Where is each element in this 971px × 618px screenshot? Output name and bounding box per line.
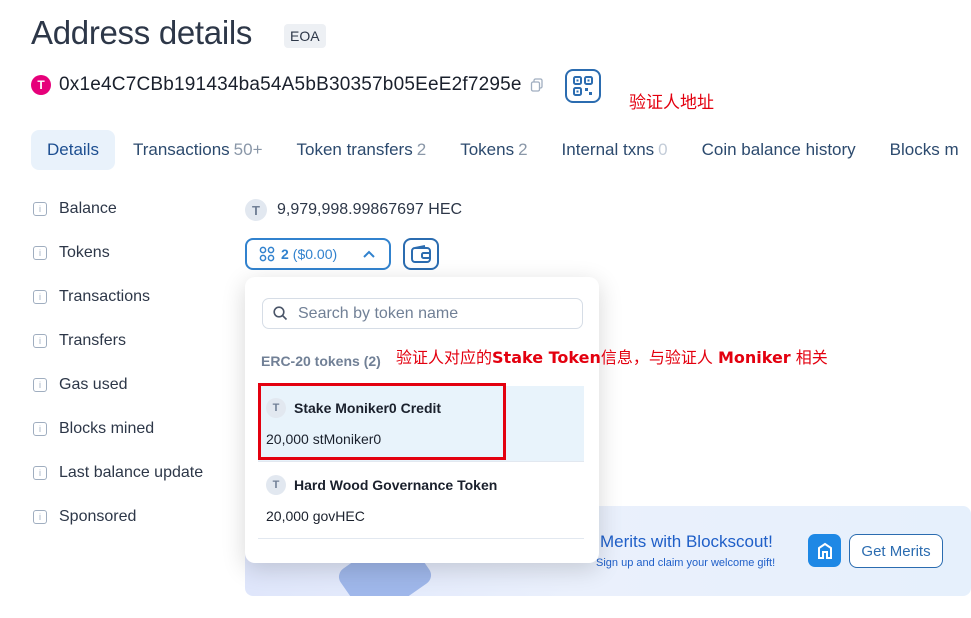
info-icon[interactable]: i: [33, 290, 47, 304]
detail-row-blocks-mined: i Blocks mined: [33, 420, 154, 438]
grid-icon: [259, 246, 275, 262]
wallet-button[interactable]: [403, 238, 439, 270]
token-item-stake-moniker0[interactable]: T Stake Moniker0 Credit 20,000 stMoniker…: [258, 386, 584, 462]
tab-blocks-mined[interactable]: Blocks m: [874, 130, 971, 170]
tab-coin-balance-history[interactable]: Coin balance history: [686, 130, 872, 170]
token-item-hard-wood[interactable]: T Hard Wood Governance Token 20,000 govH…: [258, 463, 584, 539]
tab-details[interactable]: Details: [31, 130, 115, 170]
search-icon: [273, 306, 288, 321]
tab-tokens[interactable]: Tokens 2: [444, 130, 543, 170]
get-merits-button[interactable]: Get Merits: [849, 534, 943, 568]
detail-row-transactions: i Transactions: [33, 288, 150, 306]
tab-bar: Details Transactions 50+ Token transfers 2…: [31, 130, 971, 170]
wallet-icon: [411, 245, 431, 263]
token-search-box: [262, 298, 583, 329]
info-icon[interactable]: i: [33, 422, 47, 436]
detail-row-tokens: i Tokens: [33, 244, 110, 262]
qr-code-button[interactable]: [565, 69, 601, 103]
tab-token-transfers[interactable]: Token transfers 2: [281, 130, 443, 170]
info-icon[interactable]: i: [33, 510, 47, 524]
annotation-address: 验证人地址: [629, 93, 714, 113]
tab-transactions[interactable]: Transactions 50+: [117, 130, 279, 170]
info-icon[interactable]: i: [33, 246, 47, 260]
address-hash: 0x1e4C7CBb191434ba54A5bB30357b05EeE2f729…: [59, 74, 522, 95]
info-icon[interactable]: i: [33, 466, 47, 480]
tokens-select-button[interactable]: 2 ($0.00): [245, 238, 391, 270]
detail-row-last-balance-update: i Last balance update: [33, 464, 203, 482]
page-title: Address details: [31, 14, 253, 51]
token-name: Hard Wood Governance Token: [294, 477, 498, 493]
token-icon: T: [266, 475, 286, 495]
token-icon: T: [245, 199, 267, 221]
banner-subtitle: Sign up and claim your welcome gift!: [596, 557, 776, 569]
token-icon: T: [266, 398, 286, 418]
tokens-count: 2: [281, 246, 289, 262]
detail-row-transfers: i Transfers: [33, 332, 126, 350]
detail-row-balance: i Balance: [33, 200, 117, 218]
qr-code-icon: [573, 76, 593, 96]
tokens-dropdown: ERC-20 tokens (2) T Stake Moniker0 Credi…: [245, 277, 599, 563]
copy-icon[interactable]: [530, 78, 544, 92]
balance-amount: 9,979,998.99867697 HEC: [277, 201, 463, 218]
info-icon[interactable]: i: [33, 202, 47, 216]
blockscout-logo-icon: [808, 534, 841, 567]
eoa-badge: EOA: [284, 24, 326, 48]
banner-title: Merits with Blockscout!: [600, 532, 773, 551]
detail-row-gas-used: i Gas used: [33, 376, 127, 394]
token-amount: 20,000 stMoniker0: [266, 431, 382, 447]
tab-internal-txns[interactable]: Internal txns 0: [546, 130, 684, 170]
chevron-up-icon: [363, 250, 375, 258]
token-name: Stake Moniker0 Credit: [294, 400, 442, 416]
info-icon[interactable]: i: [33, 334, 47, 348]
tokens-value: ($0.00): [292, 246, 338, 262]
balance-value: T 9,979,998.99867697 HEC: [245, 199, 462, 221]
address-row: T 0x1e4C7CBb191434ba54A5bB30357b05EeE2f7…: [31, 74, 544, 96]
erc20-section-header: ERC-20 tokens (2): [261, 353, 381, 369]
token-search-input[interactable]: [298, 304, 568, 323]
detail-row-sponsored: i Sponsored: [33, 508, 136, 526]
token-amount: 20,000 govHEC: [266, 508, 365, 524]
network-logo-icon: T: [31, 75, 51, 95]
annotation-stake-token: 验证人对应的Stake Token信息，与验证人 Moniker 相关: [396, 348, 828, 367]
info-icon[interactable]: i: [33, 378, 47, 392]
